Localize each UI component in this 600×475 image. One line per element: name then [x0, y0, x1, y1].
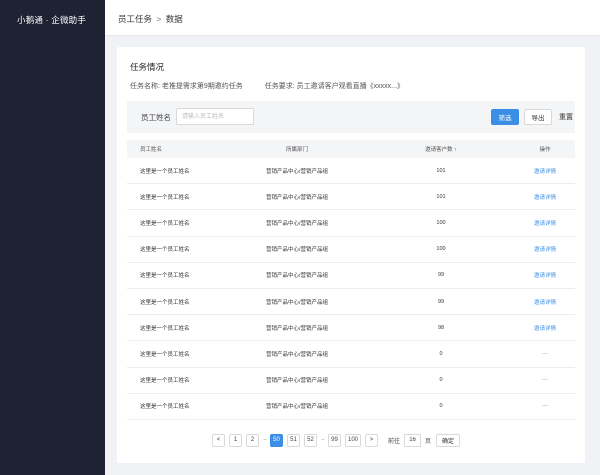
ellipsis-right[interactable]: ··· [321, 437, 325, 443]
invite-detail-link[interactable]: 邀请详情 [515, 245, 575, 253]
cell-dept: 营销产品中心/营销产品组 [265, 351, 329, 358]
cell-name: 这里是一个员工姓名 [140, 299, 190, 306]
column-header-name: 员工姓名 [140, 147, 163, 153]
cell-name: 这里是一个员工姓名 [140, 325, 190, 332]
page-button[interactable]: 51 [287, 433, 300, 447]
filter-button[interactable]: 筛选 [491, 109, 519, 125]
cell-name: 这里是一个员工姓名 [140, 220, 190, 227]
table-row: 这里是一个员工姓名 营销产品中心/营销产品组 101 邀请详情 [127, 184, 575, 211]
cell-count: 0 [439, 377, 443, 384]
page-button[interactable]: 2 [246, 433, 259, 447]
sidebar: 小鹅通 · 企微助手 [0, 0, 105, 475]
invite-detail-link[interactable]: 邀请详情 [515, 271, 575, 279]
page-button[interactable]: 100 [345, 433, 362, 447]
cell-count: 0 [439, 403, 443, 410]
cell-count: 0 [439, 350, 443, 357]
prev-page-button[interactable]: < [212, 433, 225, 447]
content-card: 任务情况 任务名称: 老推提需求第9期邀约任务 任务要求: 员工邀请客户观看直播《… [117, 47, 585, 463]
task-info: 任务名称: 老推提需求第9期邀约任务 任务要求: 员工邀请客户观看直播《xxxxx… [130, 81, 404, 91]
goto-confirm-button[interactable]: 确定 [436, 433, 461, 447]
cell-dept: 营销产品中心/营销产品组 [265, 299, 329, 306]
cell-count: 99 [437, 272, 445, 279]
filter-label: 员工姓名 [141, 113, 171, 122]
breadcrumb: 员工任务 > 数据 [118, 13, 183, 25]
cell-action-empty: — [542, 403, 548, 410]
cell-name: 这里是一个员工姓名 [140, 404, 190, 411]
cell-dept: 营销产品中心/营销产品组 [265, 404, 329, 411]
invite-detail-link[interactable]: 邀请详情 [515, 219, 575, 227]
table-row: 这里是一个员工姓名 营销产品中心/营销产品组 0 — [127, 368, 575, 394]
cell-dept: 营销产品中心/营销产品组 [265, 273, 329, 280]
employee-name-input[interactable] [176, 108, 254, 125]
cell-name: 这里是一个员工姓名 [140, 194, 190, 201]
cell-count: 100 [436, 219, 446, 226]
ellipsis-left[interactable]: ··· [263, 437, 267, 443]
table-row: 这里是一个员工姓名 营销产品中心/营销产品组 0 — [127, 341, 575, 368]
section-title: 任务情况 [130, 62, 165, 72]
table-row: 这里是一个员工姓名 营销产品中心/营销产品组 98 邀请详情 [127, 315, 575, 342]
cell-count: 98 [437, 324, 445, 331]
cell-dept: 营销产品中心/营销产品组 [265, 168, 329, 175]
cell-name: 这里是一个员工姓名 [140, 168, 190, 175]
table-row: 这里是一个员工姓名 营销产品中心/营销产品组 100 邀请详情 [127, 210, 575, 237]
invite-detail-link[interactable]: 邀请详情 [515, 167, 575, 175]
invite-detail-link[interactable]: 邀请详情 [515, 298, 575, 306]
cell-count: 101 [436, 167, 446, 174]
column-header-count[interactable]: 邀请客户数 ↑ [367, 145, 515, 153]
header: 员工任务 > 数据 [105, 0, 600, 36]
goto-unit: 页 [425, 438, 432, 445]
column-header-action: 操作 [539, 147, 551, 153]
table-row: 这里是一个员工姓名 营销产品中心/营销产品组 99 邀请详情 [127, 263, 575, 289]
invite-detail-link[interactable]: 邀请详情 [515, 324, 575, 332]
invite-detail-link[interactable]: 邀请详情 [515, 193, 575, 201]
cell-count: 101 [436, 193, 446, 200]
page-button[interactable]: 99 [328, 433, 341, 447]
cell-name: 这里是一个员工姓名 [140, 247, 190, 254]
breadcrumb-separator: > [156, 14, 162, 24]
export-button[interactable]: 导出 [524, 109, 552, 125]
table-header: 员工姓名 所属部门 邀请客户数 ↑ 操作 [127, 140, 575, 158]
cell-dept: 营销产品中心/营销产品组 [265, 194, 329, 201]
page-button[interactable]: 1 [229, 433, 242, 447]
next-page-button[interactable]: > [365, 433, 379, 447]
task-name: 任务名称: 老推提需求第9期邀约任务 [130, 83, 243, 90]
cell-name: 这里是一个员工姓名 [140, 273, 190, 280]
goto-label: 前往 [388, 438, 401, 445]
cell-name: 这里是一个员工姓名 [140, 378, 190, 385]
breadcrumb-current: 数据 [165, 14, 183, 24]
employee-table: 员工姓名 所属部门 邀请客户数 ↑ 操作 这里是一个员工姓名 营销产品中心/营销… [127, 140, 575, 420]
table-row: 这里是一个员工姓名 营销产品中心/营销产品组 99 邀请详情 [127, 289, 575, 316]
breadcrumb-parent[interactable]: 员工任务 [118, 14, 152, 24]
app-title: 小鹅通 · 企微助手 [17, 15, 87, 25]
cell-action-empty: — [542, 350, 548, 357]
column-header-dept: 所属部门 [285, 147, 308, 153]
page-button-active[interactable]: 50 [270, 433, 283, 447]
table-row: 这里是一个员工姓名 营销产品中心/营销产品组 0 — [127, 394, 575, 420]
page-button[interactable]: 52 [304, 433, 317, 447]
filter-bar: 员工姓名 筛选 导出 重置 [127, 101, 575, 133]
cell-dept: 营销产品中心/营销产品组 [265, 325, 329, 332]
cell-dept: 营销产品中心/营销产品组 [265, 220, 329, 227]
cell-dept: 营销产品中心/营销产品组 [265, 247, 329, 254]
reset-button[interactable]: 重置 [559, 112, 573, 122]
cell-action-empty: — [542, 377, 548, 384]
cell-count: 100 [436, 246, 446, 253]
cell-name: 这里是一个员工姓名 [140, 351, 190, 358]
cell-count: 99 [437, 298, 445, 305]
task-requirement: 任务要求: 员工邀请客户观看直播《xxxxx...》 [264, 83, 405, 90]
pagination: < 1 2 ··· 50 51 52 ··· 99 100 > 前往 页 确定 [212, 433, 461, 447]
cell-dept: 营销产品中心/营销产品组 [265, 378, 329, 385]
table-row: 这里是一个员工姓名 营销产品中心/营销产品组 100 邀请详情 [127, 237, 575, 263]
goto-page-input[interactable] [404, 433, 422, 447]
table-row: 这里是一个员工姓名 营销产品中心/营销产品组 101 邀请详情 [127, 158, 575, 185]
